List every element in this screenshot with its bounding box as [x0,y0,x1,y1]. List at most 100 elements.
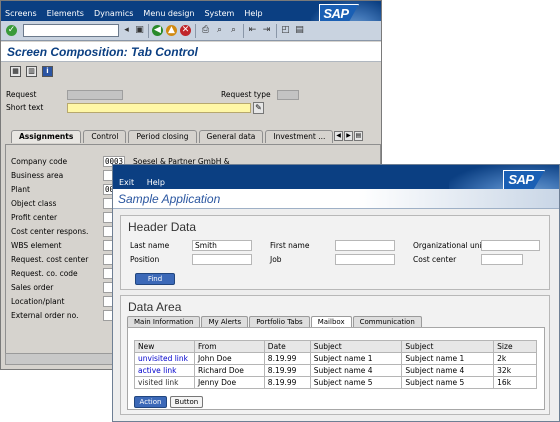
tab-my-alerts[interactable]: My Alerts [201,316,249,327]
change-icon[interactable]: ▥ [26,66,37,77]
field-label: Sales order [10,282,102,293]
menu-dynamics[interactable]: Dynamics [94,9,133,18]
request-field[interactable] [67,90,123,100]
mailbox-table: New From Date Subject Subject Size unvis… [134,340,537,389]
command-field[interactable] [23,24,119,37]
request-type-label: Request type [221,90,271,99]
tab-communication[interactable]: Communication [352,316,422,327]
screen-title: Screen Composition: Tab Control [7,45,198,59]
find-button[interactable]: Find [135,273,175,285]
tab-scroll-right-icon[interactable]: ▶ [344,131,353,141]
table-cell: Subject name 1 [309,352,403,365]
long-text-edit-icon[interactable]: ✎ [253,102,264,114]
generic-button[interactable]: Button [170,396,203,408]
tab-scroll-left-icon[interactable]: ◀ [334,131,343,141]
first-name-input[interactable] [335,240,395,251]
job-label: Job [270,255,282,264]
unvisited-link[interactable]: unvisited link [138,354,188,363]
tab-list-icon[interactable]: ▤ [354,131,363,141]
column-header-subject: Subject [309,340,403,353]
column-header-subject: Subject [401,340,495,353]
field-label: Cost center respons. [10,226,102,237]
org-unit-label: Organizational unit [413,241,485,250]
request-type-field[interactable] [277,90,299,100]
menu-menu-design[interactable]: Menu design [143,9,194,18]
position-label: Position [130,255,160,264]
display-icon[interactable]: ▦ [10,66,21,77]
system-toolbar: ✓ ◂ ▣ ◀ ▲ ✕ ⎙ ⌕ ⌕ ⇤ ⇥ ◰ ▤ [1,21,381,41]
org-unit-input[interactable] [481,240,540,251]
shortcut-icon[interactable]: ▤ [294,25,305,36]
last-page-icon[interactable]: ⇥ [261,25,272,36]
enter-icon[interactable]: ✓ [6,25,17,36]
history-icon[interactable]: ◂ [121,25,132,36]
tab-main-information[interactable]: Main Information [127,316,201,327]
find-next-icon[interactable]: ⌕ [228,25,239,36]
data-area-heading: Data Area [128,300,182,314]
column-header-new: New [134,340,195,353]
tab-assignments[interactable]: Assignments [11,130,82,143]
position-input[interactable] [192,254,252,265]
save-icon[interactable]: ▣ [134,25,145,36]
menu-exit[interactable]: Exit [119,178,134,187]
active-link[interactable]: active link [138,366,176,375]
table-cell: Subject name 1 [401,352,495,365]
tab-portfolio-tabs[interactable]: Portfolio Tabs [249,316,310,327]
cost-center-input[interactable] [481,254,523,265]
find-icon[interactable]: ⌕ [214,25,225,36]
application-toolbar: ▦ ▥ i [1,63,381,81]
table-cell: 8.19.99 [263,376,311,389]
cancel-icon[interactable]: ✕ [180,25,191,36]
field-label: External order no. [10,310,102,321]
tab-mailbox[interactable]: Mailbox [310,316,352,327]
app-title-bar: Sample Application [113,189,559,209]
request-label: Request [6,90,37,99]
tab-strip: Assignments Control Period closing Gener… [11,130,335,143]
table-cell: Jenny Doe [193,376,265,389]
first-page-icon[interactable]: ⇤ [247,25,258,36]
print-icon[interactable]: ⎙ [200,25,211,36]
new-session-icon[interactable]: ◰ [280,25,291,36]
field-label: WBS element [10,240,102,251]
table-row: active link Richard Doe 8.19.99 Subject … [134,364,537,377]
column-header-date: Date [263,340,311,353]
menu-help[interactable]: Help [244,9,262,18]
field-label: Request. co. code [10,268,102,279]
exit-icon[interactable]: ▲ [166,25,177,36]
menu-help[interactable]: Help [147,178,165,187]
field-label: Object class [10,198,102,209]
last-name-input[interactable]: Smith [192,240,252,251]
menu-system[interactable]: System [204,9,234,18]
table-row: visited link Jenny Doe 8.19.99 Subject n… [134,376,537,389]
table-cell: Subject name 5 [401,376,495,389]
column-header-size: Size [493,340,537,353]
table-cell: 2k [493,352,537,365]
job-input[interactable] [335,254,395,265]
field-label: Company code [10,156,102,167]
tab-period-closing[interactable]: Period closing [128,130,197,143]
table-cell: 8.19.99 [263,352,311,365]
tab-general-data[interactable]: General data [198,130,264,143]
table-row: unvisited link John Doe 8.19.99 Subject … [134,352,537,365]
cost-center-label: Cost center [413,255,457,264]
short-text-field[interactable] [67,103,251,113]
web-top-bar: Exit Help SAP [113,165,559,189]
field-label: Plant [10,184,102,195]
header-data-section: Header Data Last name Smith First name O… [120,215,550,290]
visited-link[interactable]: visited link [138,378,178,387]
menu-screens[interactable]: Screens [5,9,37,18]
short-text-label: Short text [6,103,44,112]
table-cell: John Doe [193,352,265,365]
menu-elements[interactable]: Elements [47,9,84,18]
tab-investment[interactable]: Investment ... [265,130,334,143]
field-label: Location/plant [10,296,102,307]
action-button[interactable]: Action [134,396,167,408]
back-icon[interactable]: ◀ [152,25,163,36]
tab-control[interactable]: Control [83,130,127,143]
table-cell: 32k [493,364,537,377]
screen-title-bar: Screen Composition: Tab Control [1,42,381,62]
field-label: Profit center [10,212,102,223]
data-area-tab-strip: Main Information My Alerts Portfolio Tab… [127,316,423,327]
info-icon[interactable]: i [42,66,53,77]
field-label: Business area [10,170,102,181]
